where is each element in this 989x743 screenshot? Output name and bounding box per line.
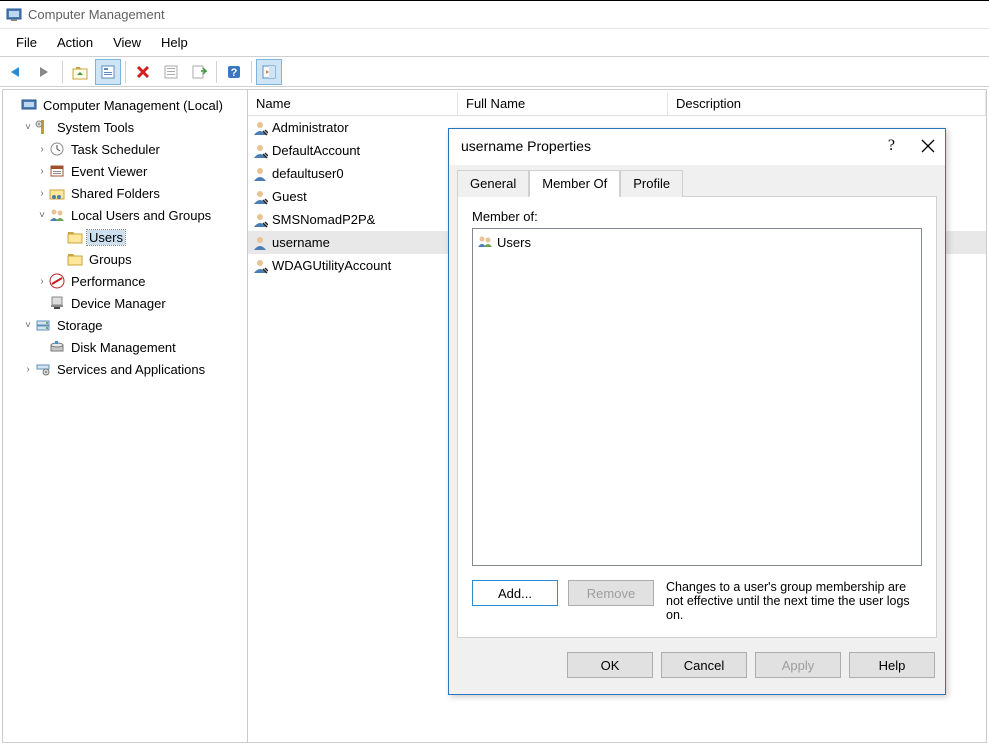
cancel-button[interactable]: Cancel xyxy=(661,652,747,678)
user-name: SMSNomadP2P& xyxy=(272,212,375,227)
tab-member-of[interactable]: Member Of xyxy=(529,170,620,197)
tree-device-manager[interactable]: Device Manager xyxy=(5,292,245,314)
dialog-help-icon[interactable]: ? xyxy=(888,137,895,155)
user-name: Administrator xyxy=(272,120,349,135)
refresh-button[interactable] xyxy=(158,59,184,85)
col-description[interactable]: Description xyxy=(668,92,986,115)
app-icon xyxy=(6,7,22,23)
tree-services-apps[interactable]: ›Services and Applications xyxy=(5,358,245,380)
toolbar: ? xyxy=(0,57,989,87)
titlebar: Computer Management xyxy=(0,1,989,29)
export-button[interactable] xyxy=(186,59,212,85)
toolbar-separator xyxy=(216,61,217,83)
properties-dialog: username Properties ? General Member Of … xyxy=(448,128,946,695)
user-name: WDAGUtilityAccount xyxy=(272,258,391,273)
user-name: Guest xyxy=(272,189,307,204)
dialog-title: username Properties xyxy=(461,138,591,154)
tree-users[interactable]: Users xyxy=(5,226,245,248)
tree-shared-folders[interactable]: ›Shared Folders xyxy=(5,182,245,204)
apply-button[interactable]: Apply xyxy=(755,652,841,678)
menu-file[interactable]: File xyxy=(6,32,47,53)
tab-profile[interactable]: Profile xyxy=(620,170,683,197)
member-of-label: Member of: xyxy=(472,209,922,224)
tree-event-viewer[interactable]: ›Event Viewer xyxy=(5,160,245,182)
action-pane-button[interactable] xyxy=(256,59,282,85)
group-name: Users xyxy=(497,235,531,250)
tree-disk-management[interactable]: Disk Management xyxy=(5,336,245,358)
menu-action[interactable]: Action xyxy=(47,32,103,53)
forward-button[interactable] xyxy=(32,59,58,85)
properties-button[interactable] xyxy=(95,59,121,85)
svg-text:?: ? xyxy=(231,67,238,79)
toolbar-separator xyxy=(62,61,63,83)
dialog-titlebar[interactable]: username Properties ? xyxy=(449,129,945,165)
ok-button[interactable]: OK xyxy=(567,652,653,678)
close-icon[interactable] xyxy=(921,139,935,153)
up-button[interactable] xyxy=(67,59,93,85)
group-item[interactable]: Users xyxy=(477,232,917,252)
user-name: DefaultAccount xyxy=(272,143,360,158)
dialog-tabs: General Member Of Profile xyxy=(449,165,945,196)
tree-system-tools[interactable]: ˅System Tools xyxy=(5,116,245,138)
tree-groups[interactable]: Groups xyxy=(5,248,245,270)
delete-button[interactable] xyxy=(130,59,156,85)
menubar: File Action View Help xyxy=(0,29,989,57)
window-title: Computer Management xyxy=(28,7,165,22)
tree-storage[interactable]: ˅Storage xyxy=(5,314,245,336)
help-button[interactable]: ? xyxy=(221,59,247,85)
add-button[interactable]: Add... xyxy=(472,580,558,606)
list-header: Name Full Name Description xyxy=(248,90,986,116)
tree-performance[interactable]: ›Performance xyxy=(5,270,245,292)
back-button[interactable] xyxy=(4,59,30,85)
menu-view[interactable]: View xyxy=(103,32,151,53)
col-name[interactable]: Name xyxy=(248,92,458,115)
dialog-help-button[interactable]: Help xyxy=(849,652,935,678)
tab-general[interactable]: General xyxy=(457,170,529,197)
group-icon xyxy=(477,234,493,250)
tree-root[interactable]: Computer Management (Local) xyxy=(5,94,245,116)
member-of-list[interactable]: Users xyxy=(472,228,922,566)
membership-note: Changes to a user's group membership are… xyxy=(664,580,922,622)
list-pane: Name Full Name Description Administrator… xyxy=(248,90,986,742)
col-fullname[interactable]: Full Name xyxy=(458,92,668,115)
toolbar-separator xyxy=(251,61,252,83)
remove-button[interactable]: Remove xyxy=(568,580,654,606)
dialog-buttons: OK Cancel Apply Help xyxy=(449,646,945,688)
tree-task-scheduler[interactable]: ›Task Scheduler xyxy=(5,138,245,160)
user-name: username xyxy=(272,235,330,250)
main-area: Computer Management (Local) ˅System Tool… xyxy=(2,89,987,743)
tab-body: Member of: Users Add... Remove Changes t… xyxy=(457,196,937,638)
toolbar-separator xyxy=(125,61,126,83)
user-name: defaultuser0 xyxy=(272,166,344,181)
tree-local-users[interactable]: ˅Local Users and Groups xyxy=(5,204,245,226)
tree-pane[interactable]: Computer Management (Local) ˅System Tool… xyxy=(3,90,248,742)
menu-help[interactable]: Help xyxy=(151,32,198,53)
